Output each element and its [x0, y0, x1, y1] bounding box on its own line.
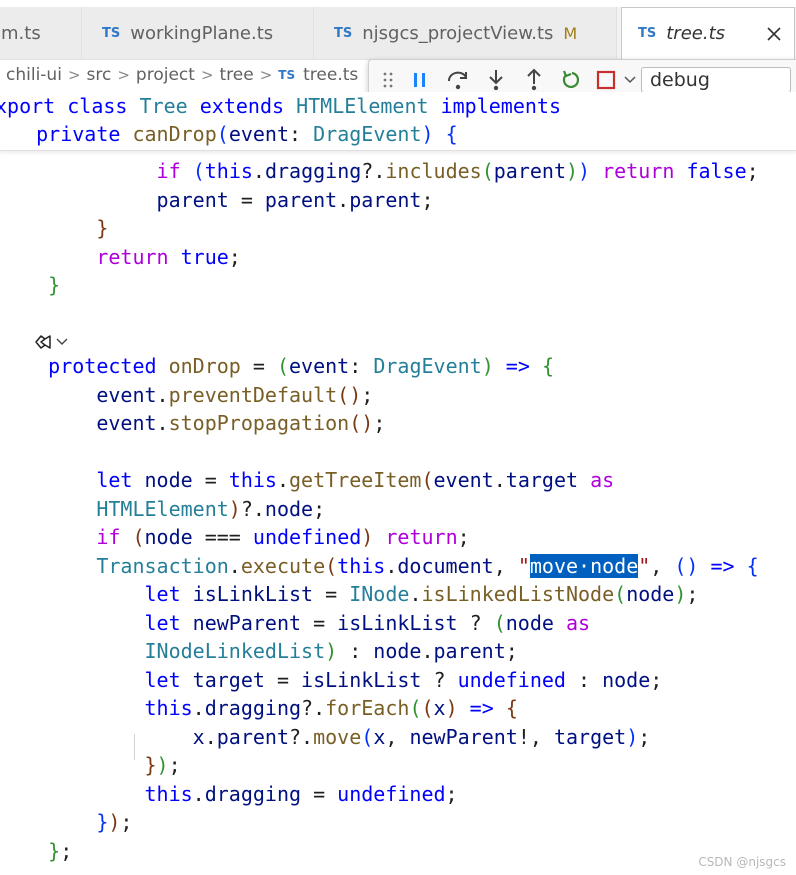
code-line: let target = isLinkList ? undefined : no…	[144, 668, 663, 692]
code-line: event.stopPropagation();	[96, 411, 386, 435]
chevron-right-icon: >	[200, 66, 214, 84]
tab-label: workingPlane.ts	[130, 22, 274, 44]
chevron-right-icon: >	[259, 66, 273, 84]
code-line: if (this.dragging?.includes(parent)) ret…	[156, 159, 759, 183]
sticky-scroll-header[interactable]: xport class Tree extends HTMLElement imp…	[0, 92, 796, 151]
code-line: x.parent?.move(x, newParent!, target);	[192, 725, 651, 749]
breadcrumb-item[interactable]: src	[87, 65, 112, 85]
code-line: });	[96, 810, 133, 834]
editor-tab-bar: lm.ts TS workingPlane.ts TS njsgcs_proje…	[0, 7, 796, 60]
breadcrumb-item[interactable]: project	[136, 65, 195, 85]
code-line: if (node === undefined) return;	[96, 525, 470, 549]
chevron-right-icon: >	[117, 66, 130, 84]
code-line: INodeLinkedList) : node.parent;	[144, 639, 518, 663]
code-line: xport class Tree extends HTMLElement imp…	[0, 94, 562, 118]
selected-text: move·node	[529, 554, 639, 578]
tab-label: njsgcs_projectView.ts	[362, 22, 554, 44]
code-line: let node = this.getTreeItem(event.target…	[96, 468, 615, 492]
tab-workingplane-ts[interactable]: TS workingPlane.ts	[82, 7, 314, 59]
code-line: this.dragging?.forEach((x) => {	[144, 696, 518, 720]
chevron-down-icon	[56, 338, 68, 345]
typescript-file-icon: TS	[102, 25, 121, 41]
code-line: let newParent = isLinkList ? (node as	[144, 611, 591, 635]
typescript-file-icon: TS	[334, 25, 353, 41]
breadcrumb-item[interactable]: tree	[220, 65, 254, 85]
breadcrumb-item[interactable]: tree.ts	[303, 65, 358, 85]
tab-njsgcs-projectview-ts[interactable]: TS njsgcs_projectView.ts M	[314, 7, 617, 59]
code-line: });	[144, 753, 181, 777]
code-line: event.preventDefault();	[96, 383, 374, 407]
modified-indicator: M	[563, 23, 578, 43]
debug-configuration-select[interactable]: debug	[641, 67, 791, 93]
tab-lm-ts[interactable]: lm.ts	[0, 7, 82, 59]
tab-label: tree.ts	[666, 23, 725, 44]
code-line: private canDrop(event: DragEvent) {	[36, 122, 458, 146]
code-line: protected onDrop = (event: DragEvent) =>…	[48, 354, 554, 378]
close-icon[interactable]	[766, 26, 782, 42]
tab-label: lm.ts	[0, 22, 41, 44]
code-line: let isLinkList = INode.isLinkedListNode(…	[144, 582, 699, 606]
breadcrumb-item[interactable]: chili-ui	[6, 65, 62, 85]
typescript-file-icon: TS	[638, 26, 657, 41]
code-line: };	[48, 839, 73, 863]
code-editor[interactable]: xport class Tree extends HTMLElement imp…	[0, 92, 796, 875]
code-line: this.dragging = undefined;	[144, 782, 458, 806]
chevron-right-icon: >	[67, 66, 81, 84]
copilot-icon[interactable]	[34, 333, 68, 351]
code-line: Transaction.execute(this.document, "move…	[96, 554, 759, 578]
typescript-file-icon: TS	[278, 68, 296, 82]
code-line: parent = parent.parent;	[156, 188, 434, 212]
tab-tree-ts[interactable]: TS tree.ts	[621, 7, 795, 59]
code-line: HTMLElement)?.node;	[96, 497, 326, 521]
watermark: CSDN @njsgcs	[698, 855, 786, 869]
code-line: }	[48, 273, 61, 297]
code-line: return true;	[96, 245, 241, 269]
code-line: }	[96, 216, 109, 240]
